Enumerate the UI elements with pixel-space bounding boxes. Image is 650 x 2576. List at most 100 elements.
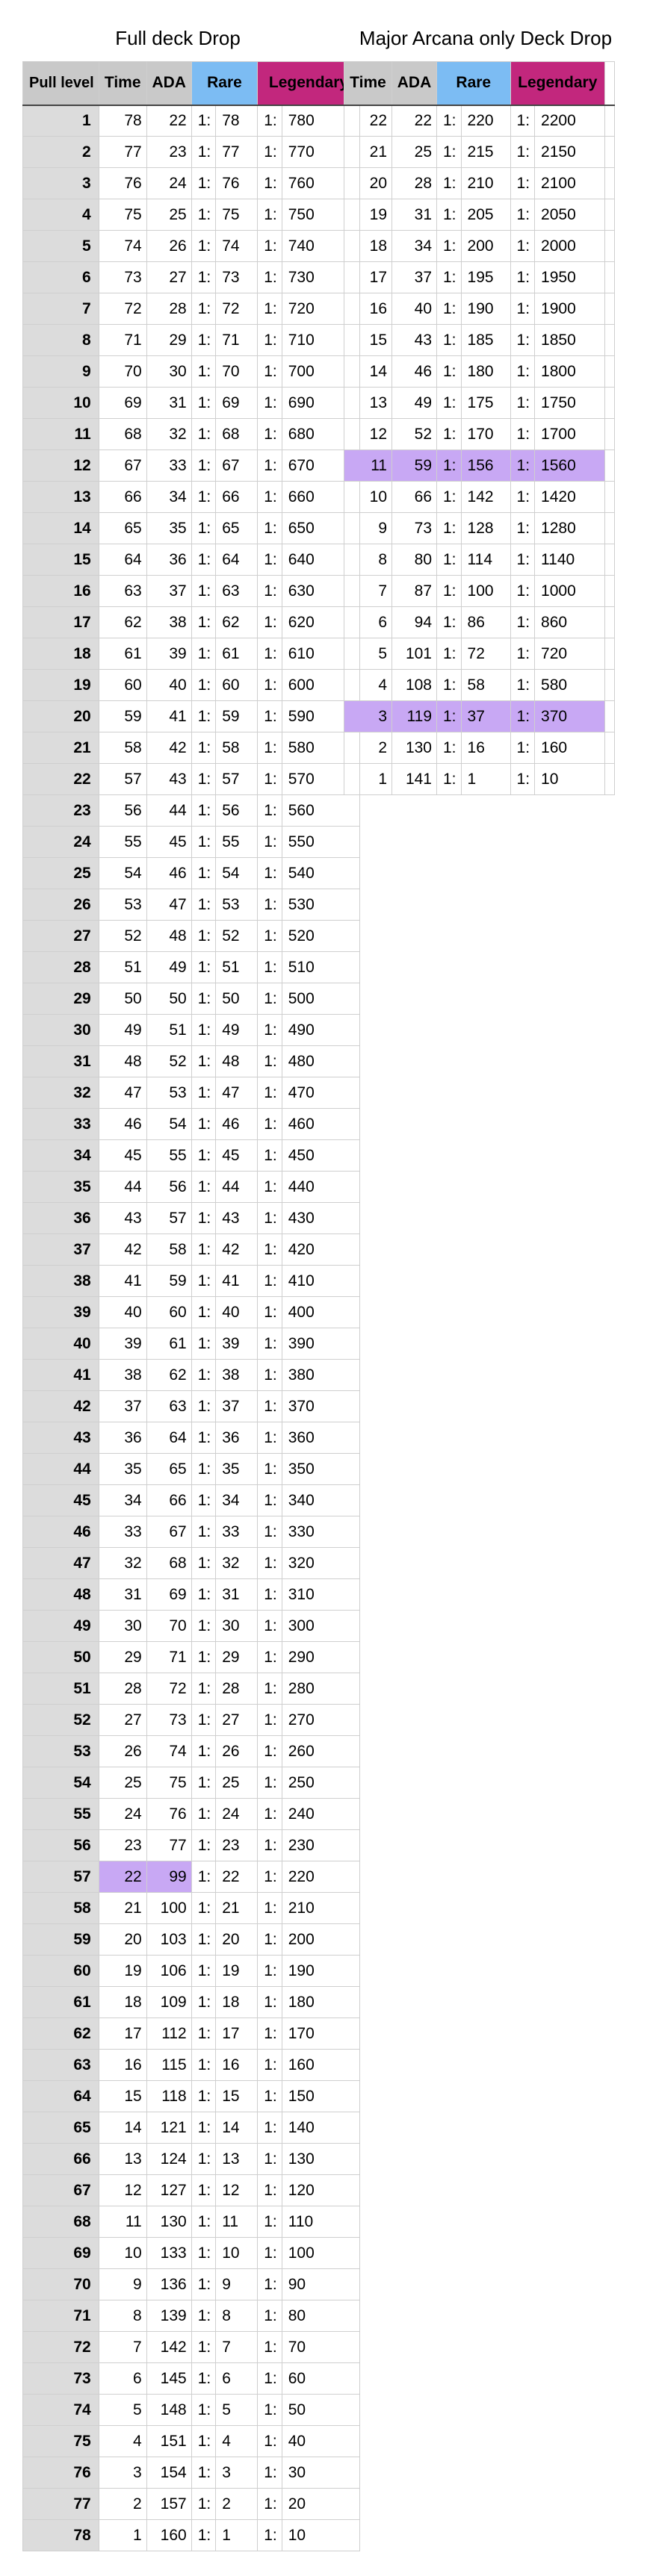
legendary-prefix-cell: 1: bbox=[510, 763, 536, 795]
legendary-prefix-cell: 1: bbox=[510, 261, 536, 293]
rare-prefix-cell: 1: bbox=[191, 2519, 217, 2551]
rare-cell: 26 bbox=[215, 1735, 259, 1767]
time-cell: 67 bbox=[98, 449, 147, 482]
time-cell: 33 bbox=[98, 1516, 147, 1548]
legendary-prefix-cell: 1: bbox=[257, 512, 282, 544]
pull-level-cell: 28 bbox=[22, 951, 99, 983]
rare-cell: 22 bbox=[215, 1861, 259, 1893]
rare-cell: 44 bbox=[215, 1171, 259, 1203]
legendary-cell: 120 bbox=[281, 2174, 360, 2206]
table-row: 46 33 67 1: 33 1: 330 bbox=[22, 1516, 360, 1548]
rare-prefix-cell: 1: bbox=[191, 951, 217, 983]
legendary-cell: 470 bbox=[281, 1077, 360, 1109]
legendary-prefix-cell: 1: bbox=[257, 1359, 282, 1391]
rare-prefix-cell: 1: bbox=[191, 2425, 217, 2457]
rare-prefix-cell: 1: bbox=[191, 1641, 217, 1673]
table-row: 72 7 142 1: 7 1: 70 bbox=[22, 2331, 360, 2363]
legendary-prefix-cell: 1: bbox=[257, 544, 282, 576]
rare-cell: 61 bbox=[215, 638, 259, 670]
table-row: 2 77 23 1: 77 1: 770 bbox=[22, 136, 360, 168]
pull-level-cell: 50 bbox=[22, 1641, 99, 1673]
pull-level-cell: 19 bbox=[22, 669, 99, 701]
table-row: 68 11 130 1: 11 1: 110 bbox=[22, 2206, 360, 2238]
legendary-cell: 1420 bbox=[534, 481, 606, 513]
legendary-cell: 440 bbox=[281, 1171, 360, 1203]
legendary-prefix-cell: 1: bbox=[257, 387, 282, 419]
rare-cell: 156 bbox=[460, 449, 511, 482]
pull-level-cell: 68 bbox=[22, 2206, 99, 2238]
ada-cell: 77 bbox=[146, 1829, 192, 1861]
ada-cell: 127 bbox=[146, 2174, 192, 2206]
ada-cell: 118 bbox=[146, 2080, 192, 2112]
legendary-prefix-cell: 1: bbox=[257, 1892, 282, 1924]
time-cell: 3 bbox=[344, 700, 392, 732]
rare-cell: 63 bbox=[215, 575, 259, 607]
rare-prefix-cell: 1: bbox=[191, 700, 217, 732]
time-cell: 3 bbox=[98, 2457, 147, 2489]
ada-cell: 109 bbox=[146, 1986, 192, 2018]
legendary-cell: 430 bbox=[281, 1202, 360, 1234]
table-row: 62 17 112 1: 17 1: 170 bbox=[22, 2017, 360, 2050]
rare-cell: 67 bbox=[215, 449, 259, 482]
pull-level-cell: 59 bbox=[22, 1923, 99, 1956]
table-row: 34 45 55 1: 45 1: 450 bbox=[22, 1139, 360, 1172]
major-arcana-title: Major Arcana only Deck Drop bbox=[359, 27, 613, 49]
legendary-cell: 80 bbox=[281, 2300, 360, 2332]
table-row: 3 119 1: 37 1: 370 bbox=[344, 700, 616, 732]
table-row: 35 44 56 1: 44 1: 440 bbox=[22, 1171, 360, 1203]
table-row: 10 66 1: 142 1: 1420 bbox=[344, 481, 616, 513]
legendary-prefix-cell: 1: bbox=[510, 230, 536, 262]
table-row: 12 67 33 1: 67 1: 670 bbox=[22, 449, 360, 482]
ada-cell: 69 bbox=[146, 1578, 192, 1611]
table-row: 63 16 115 1: 16 1: 160 bbox=[22, 2049, 360, 2081]
time-cell: 64 bbox=[98, 544, 147, 576]
pull-level-cell: 29 bbox=[22, 983, 99, 1015]
ada-cell: 31 bbox=[146, 387, 192, 419]
table-row: 75 4 151 1: 4 1: 40 bbox=[22, 2425, 360, 2457]
table-row: 13 66 34 1: 66 1: 660 bbox=[22, 481, 360, 513]
time-cell: 13 bbox=[98, 2143, 147, 2175]
time-cell: 55 bbox=[98, 826, 147, 858]
legendary-cell: 380 bbox=[281, 1359, 360, 1391]
legendary-prefix-cell: 1: bbox=[257, 1767, 282, 1799]
table-row: 56 23 77 1: 23 1: 230 bbox=[22, 1829, 360, 1861]
legendary-cell: 1140 bbox=[534, 544, 606, 576]
ada-cell: 28 bbox=[146, 293, 192, 325]
table-row: 71 8 139 1: 8 1: 80 bbox=[22, 2300, 360, 2332]
legendary-cell: 370 bbox=[281, 1390, 360, 1422]
table-row: 6 94 1: 86 1: 860 bbox=[344, 606, 616, 638]
legendary-cell: 1750 bbox=[534, 387, 606, 419]
pull-level-cell: 66 bbox=[22, 2143, 99, 2175]
table-row: 55 24 76 1: 24 1: 240 bbox=[22, 1798, 360, 1830]
ada-cell: 154 bbox=[146, 2457, 192, 2489]
time-cell: 74 bbox=[98, 230, 147, 262]
ada-cell: 139 bbox=[146, 2300, 192, 2332]
rare-cell: 75 bbox=[215, 199, 259, 231]
table-row: 60 19 106 1: 19 1: 190 bbox=[22, 1955, 360, 1987]
legendary-prefix-cell: 1: bbox=[257, 1986, 282, 2018]
legendary-prefix-cell: 1: bbox=[257, 2268, 282, 2300]
pull-level-cell: 12 bbox=[22, 449, 99, 482]
time-cell: 75 bbox=[98, 199, 147, 231]
table-row: 12 52 1: 170 1: 1700 bbox=[344, 418, 616, 450]
legendary-prefix-cell: 1: bbox=[257, 1453, 282, 1485]
rare-cell: 11 bbox=[215, 2206, 259, 2238]
time-cell: 10 bbox=[344, 481, 392, 513]
time-cell: 8 bbox=[98, 2300, 147, 2332]
ada-cell: 52 bbox=[391, 418, 437, 450]
rare-prefix-cell: 1: bbox=[436, 293, 462, 325]
table-row: 28 51 49 1: 51 1: 510 bbox=[22, 951, 360, 983]
time-cell: 18 bbox=[344, 230, 392, 262]
ada-cell: 112 bbox=[146, 2017, 192, 2050]
legendary-prefix-cell: 1: bbox=[257, 2488, 282, 2520]
time-cell: 77 bbox=[98, 136, 147, 168]
rare-prefix-cell: 1: bbox=[191, 2457, 217, 2489]
ada-cell: 47 bbox=[146, 889, 192, 921]
rare-cell: 100 bbox=[460, 575, 511, 607]
time-cell: 21 bbox=[344, 136, 392, 168]
ada-cell: 54 bbox=[146, 1108, 192, 1140]
rare-cell: 128 bbox=[460, 512, 511, 544]
rare-cell: 114 bbox=[460, 544, 511, 576]
legendary-prefix-cell: 1: bbox=[257, 2394, 282, 2426]
legendary-prefix-cell: 1: bbox=[257, 1139, 282, 1172]
